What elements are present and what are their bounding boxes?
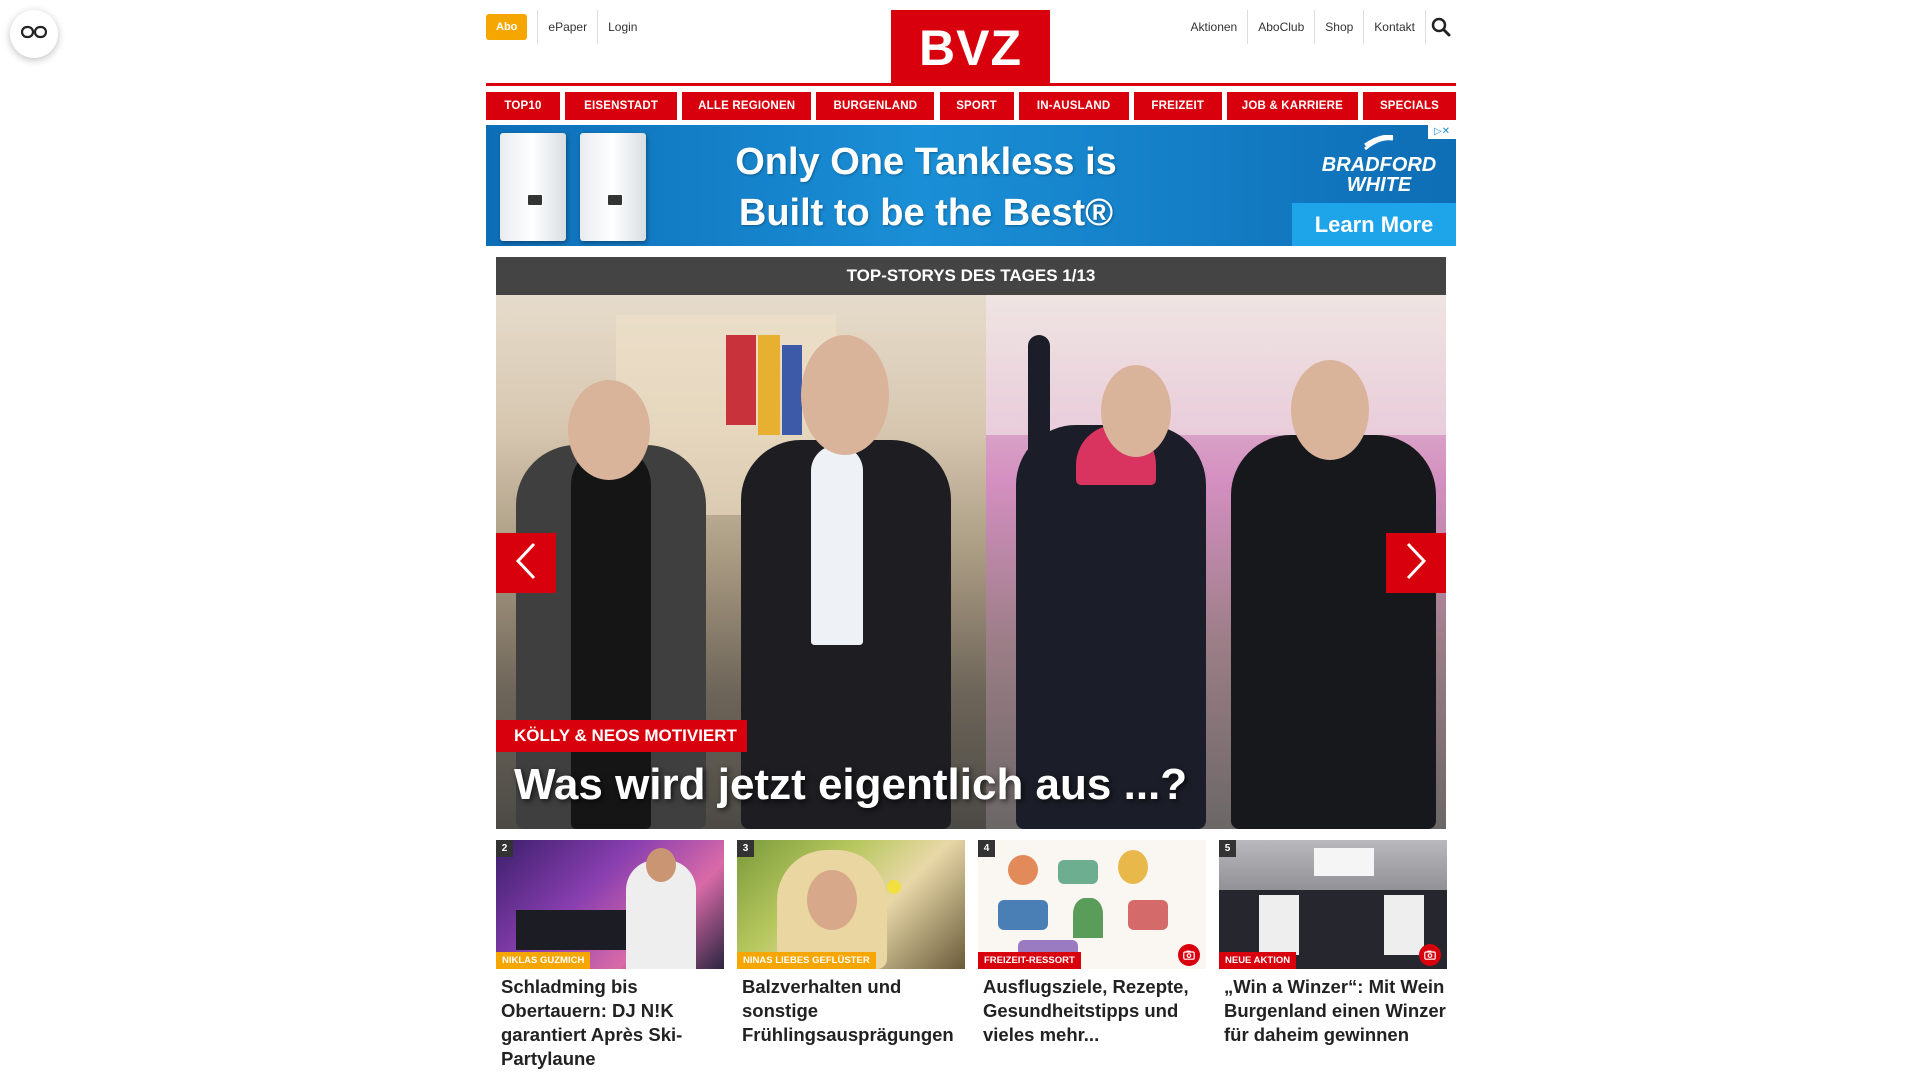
header-right-links: Aktionen AboClub Shop Kontakt [1181, 10, 1456, 44]
ad-learn-more-button[interactable]: Learn More [1292, 203, 1456, 246]
abo-button[interactable]: Abo [486, 14, 528, 40]
article-title[interactable]: Balzverhalten und sonstige Frühlingsausp… [737, 975, 965, 1047]
nav-item-top10[interactable]: TOP10 [486, 92, 560, 120]
carousel-prev-button[interactable] [496, 533, 556, 593]
nav-item-specials[interactable]: SPECIALS [1363, 92, 1456, 120]
article-rank-badge: 2 [496, 840, 513, 857]
ad-brand-line1: BRADFORD [1321, 154, 1437, 176]
article-image[interactable]: 2 NIKLAS GUZMICH [496, 840, 724, 969]
chevron-left-icon [515, 541, 537, 586]
ad-brand-logo: BRADFORD WHITE [1309, 135, 1449, 195]
article-category-tag[interactable]: NINAS LIEBES GEFLÜSTER [737, 952, 876, 969]
site-header: Abo ePaper Login BVZ Aktionen AboClub Sh… [486, 0, 1456, 86]
article-card[interactable]: 3 NINAS LIEBES GEFLÜSTER Balzverhalten u… [737, 840, 965, 1047]
camera-icon [1419, 944, 1441, 966]
hero-carousel[interactable]: KÖLLY & NEOS MOTIVIERT Was wird jetzt ei… [496, 295, 1446, 829]
nav-item-sport[interactable]: SPORT [939, 92, 1014, 120]
glasses-icon [20, 25, 48, 44]
article-image[interactable]: 5 NEUE AKTION [1219, 840, 1447, 969]
hero-headline[interactable]: Was wird jetzt eigentlich aus ...? [514, 758, 1187, 812]
article-category-tag[interactable]: NIKLAS GUZMICH [496, 952, 591, 969]
article-card[interactable]: 4 FREIZEIT-RESSORT Ausflugsziele, Rezept… [978, 840, 1206, 1047]
top-stories-header: TOP-STORYS DES TAGES 1/13 [496, 257, 1446, 295]
article-category-tag[interactable]: FREIZEIT-RESSORT [978, 952, 1081, 969]
ad-headline-line2: Built to be the Best® [738, 192, 1114, 234]
nav-item-freizeit[interactable]: FREIZEIT [1133, 92, 1222, 120]
login-link[interactable]: Login [598, 10, 647, 44]
aboclub-link[interactable]: AboClub [1248, 10, 1314, 44]
article-card[interactable]: 2 NIKLAS GUZMICH Schladming bis Obertaue… [496, 840, 724, 1071]
nav-item-eisenstadt[interactable]: EISENSTADT [565, 92, 678, 120]
nav-item-burgenland[interactable]: BURGENLAND [816, 92, 935, 120]
article-rank-badge: 4 [978, 840, 995, 857]
article-title[interactable]: Ausflugsziele, Rezepte, Gesundheitstipps… [978, 975, 1206, 1047]
chevron-right-icon [1405, 541, 1427, 586]
nav-item-in-ausland[interactable]: IN-AUSLAND [1018, 92, 1129, 120]
accessibility-button[interactable] [10, 10, 58, 58]
hero-image-right [986, 295, 1446, 829]
hero-category-tag[interactable]: KÖLLY & NEOS MOTIVIERT [496, 720, 747, 752]
header-divider [486, 83, 1456, 86]
bvz-logo[interactable]: BVZ [891, 10, 1050, 84]
article-rank-badge: 3 [737, 840, 754, 857]
article-card[interactable]: 5 NEUE AKTION „Win a Winzer“: Mit Wein B… [1219, 840, 1447, 1047]
ad-product-image [500, 133, 652, 241]
article-title[interactable]: „Win a Winzer“: Mit Wein Burgenland eine… [1219, 975, 1447, 1047]
camera-icon [1178, 944, 1200, 966]
article-grid: 2 NIKLAS GUZMICH Schladming bis Obertaue… [496, 840, 1447, 1080]
article-image[interactable]: 3 NINAS LIEBES GEFLÜSTER [737, 840, 965, 969]
nav-item-job-karriere[interactable]: JOB & KARRIERE [1226, 92, 1358, 120]
shop-link[interactable]: Shop [1315, 10, 1363, 44]
search-icon[interactable] [1426, 10, 1456, 44]
nav-item-alle-regionen[interactable]: ALLE REGIONEN [682, 92, 812, 120]
header-left-links: Abo ePaper Login [486, 10, 647, 44]
carousel-next-button[interactable] [1386, 533, 1446, 593]
aktionen-link[interactable]: Aktionen [1181, 10, 1248, 44]
advertisement-banner[interactable]: Only One Tankless is Built to be the Bes… [486, 125, 1456, 246]
page-container: Abo ePaper Login BVZ Aktionen AboClub Sh… [486, 0, 1456, 1069]
article-rank-badge: 5 [1219, 840, 1236, 857]
epaper-link[interactable]: ePaper [537, 10, 597, 44]
ad-close-icon[interactable]: ▷✕ [1428, 125, 1456, 139]
kontakt-link[interactable]: Kontakt [1364, 10, 1425, 44]
ad-headline: Only One Tankless is Built to be the Bes… [691, 137, 1161, 239]
main-nav: TOP10 EISENSTADT ALLE REGIONEN BURGENLAN… [486, 92, 1456, 120]
article-title[interactable]: Schladming bis Obertauern: DJ N!K garant… [496, 975, 724, 1071]
ad-brand-line2: WHITE [1346, 174, 1412, 196]
article-image[interactable]: 4 FREIZEIT-RESSORT [978, 840, 1206, 969]
article-category-tag[interactable]: NEUE AKTION [1219, 952, 1297, 969]
ad-headline-line1: Only One Tankless is [735, 141, 1117, 183]
